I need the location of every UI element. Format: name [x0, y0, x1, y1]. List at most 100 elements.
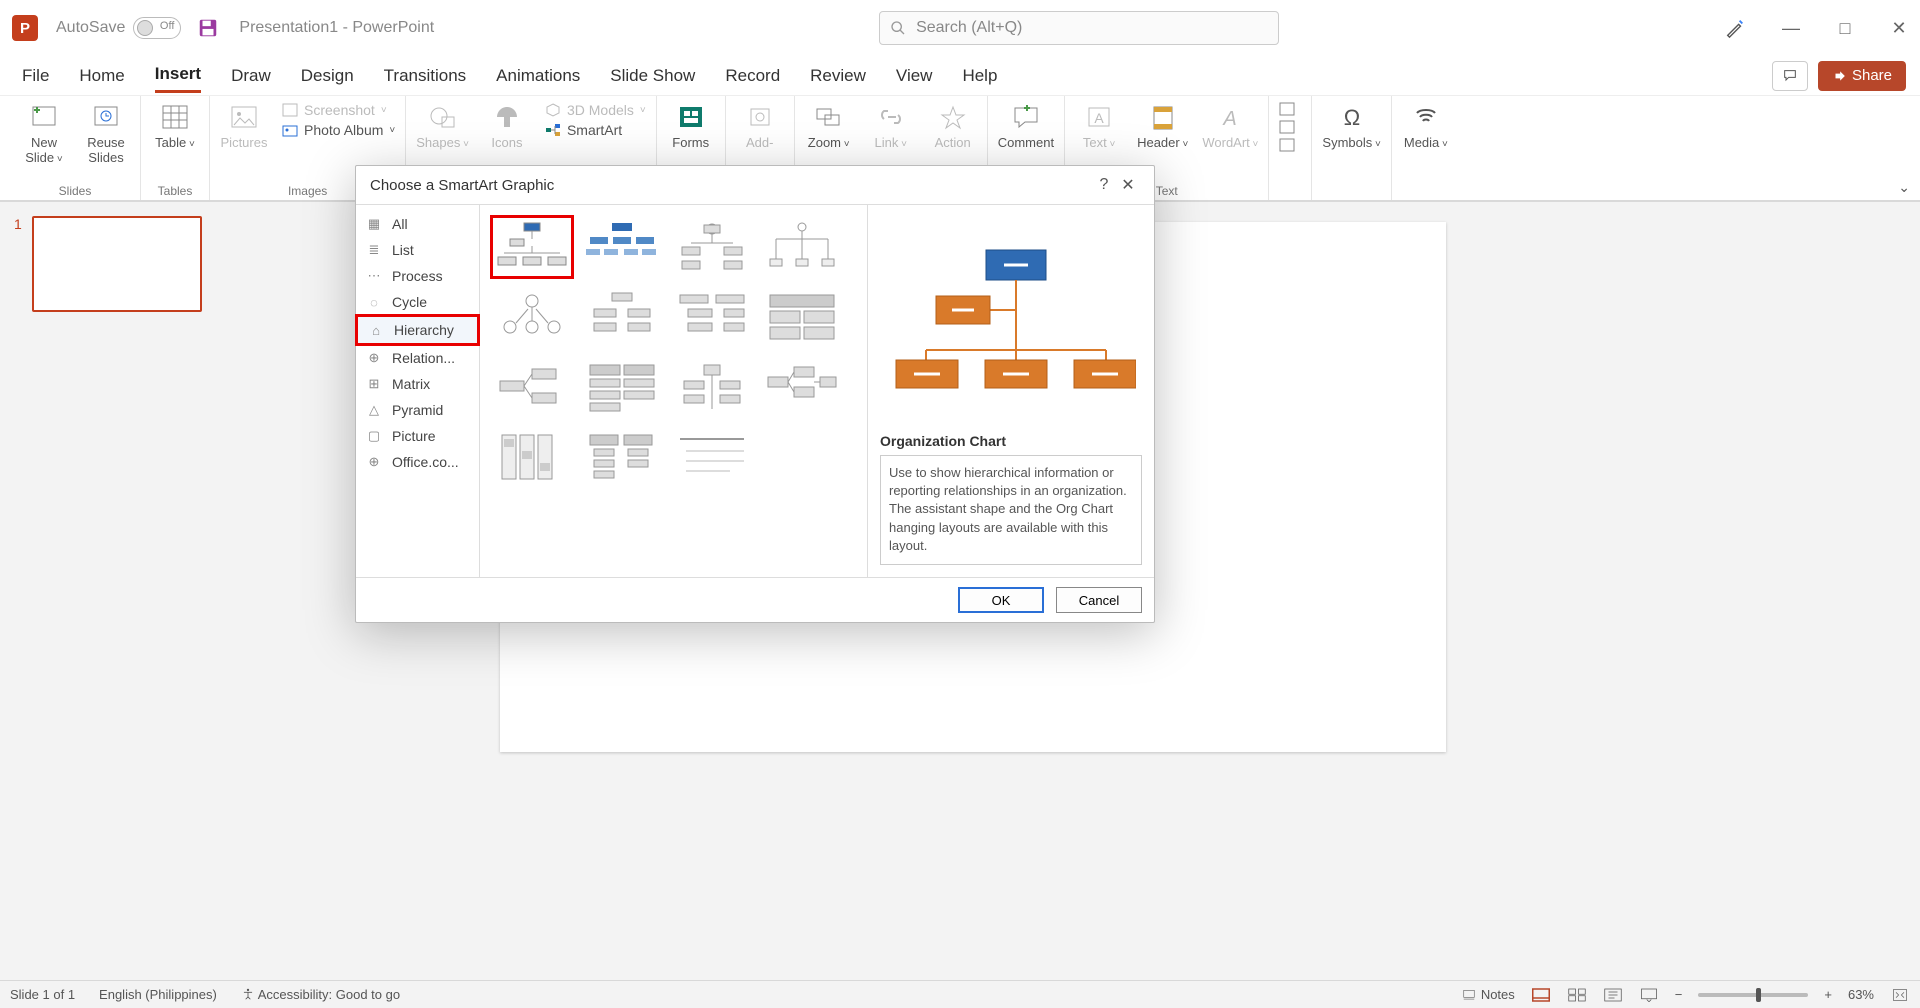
sorter-view-button[interactable]: [1567, 987, 1587, 1003]
layout-option-6[interactable]: [670, 285, 754, 349]
zoom-level[interactable]: 63%: [1848, 987, 1874, 1002]
layout-option-9[interactable]: [580, 355, 664, 419]
svg-text:Ω: Ω: [1343, 105, 1359, 130]
search-box[interactable]: Search (Alt+Q): [879, 11, 1279, 45]
layout-option-3[interactable]: [760, 215, 844, 279]
slide-info[interactable]: Slide 1 of 1: [10, 987, 75, 1002]
accessibility-icon: [241, 987, 255, 1001]
cancel-button[interactable]: Cancel: [1056, 587, 1142, 613]
notes-button[interactable]: Notes: [1461, 987, 1515, 1002]
tab-animations[interactable]: Animations: [496, 60, 580, 92]
category-list[interactable]: ≣List: [356, 237, 479, 263]
tab-insert[interactable]: Insert: [155, 58, 201, 93]
preview-pane: Organization Chart Use to show hierarchi…: [868, 205, 1154, 577]
category-process[interactable]: ⋯Process: [356, 263, 479, 289]
dialog-header[interactable]: Choose a SmartArt Graphic ? ✕: [356, 166, 1154, 204]
ok-button[interactable]: OK: [958, 587, 1044, 613]
ribbon-button-wordart: AWordArt ˅: [1202, 102, 1258, 151]
share-button[interactable]: Share: [1818, 61, 1906, 91]
svg-text:A: A: [1094, 110, 1104, 126]
zoom-slider[interactable]: [1698, 993, 1808, 997]
ribbon-button-zoom[interactable]: Zoom ˅: [805, 102, 853, 151]
layout-option-4[interactable]: [490, 285, 574, 349]
category-all[interactable]: ▦All: [356, 211, 479, 237]
close-button[interactable]: ✕: [1890, 18, 1908, 39]
ribbon-button-smartart[interactable]: SmartArt: [545, 122, 646, 138]
minimize-button[interactable]: —: [1782, 18, 1800, 39]
category-pyramid[interactable]: △Pyramid: [356, 397, 479, 423]
ribbon-button-table[interactable]: Table ˅: [151, 102, 199, 151]
tab-home[interactable]: Home: [79, 60, 124, 92]
ribbon-tabs: File Home Insert Draw Design Transitions…: [0, 56, 1920, 96]
slideshow-view-button[interactable]: [1639, 987, 1659, 1003]
share-icon: [1832, 69, 1846, 83]
ribbon-button-media[interactable]: Media ˅: [1402, 102, 1450, 151]
ribbon-button-3d-models: 3D Models ˅: [545, 102, 646, 118]
maximize-button[interactable]: □: [1836, 18, 1854, 39]
layout-option-1[interactable]: [580, 215, 664, 279]
tab-transitions[interactable]: Transitions: [384, 60, 467, 92]
layout-option-10[interactable]: [670, 355, 754, 419]
category-cycle[interactable]: ◌Cycle: [356, 289, 479, 315]
layout-grid: [480, 205, 868, 577]
tab-file[interactable]: File: [22, 60, 49, 92]
fit-to-window-button[interactable]: [1890, 987, 1910, 1003]
ribbon-button-symbols[interactable]: ΩSymbols ˅: [1322, 102, 1380, 151]
normal-view-button[interactable]: [1531, 987, 1551, 1003]
tab-review[interactable]: Review: [810, 60, 866, 92]
notes-icon: [1461, 988, 1477, 1002]
ribbon-button-icon[interactable]: [1279, 120, 1301, 134]
tab-design[interactable]: Design: [301, 60, 354, 92]
comments-button[interactable]: [1772, 61, 1808, 91]
dialog-close-button[interactable]: ✕: [1116, 175, 1140, 195]
autosave-label: AutoSave: [56, 19, 125, 37]
layout-option-14[interactable]: [670, 425, 754, 489]
category-list: ▦All≣List⋯Process◌Cycle⌂Hierarchy⊕Relati…: [356, 205, 480, 577]
layout-option-12[interactable]: [490, 425, 574, 489]
tab-slide-show[interactable]: Slide Show: [610, 60, 695, 92]
ribbon-button-text: AText ˅: [1075, 102, 1123, 151]
ribbon-group-label: Slides: [59, 184, 92, 198]
tab-draw[interactable]: Draw: [231, 60, 271, 92]
ribbon-button-icon[interactable]: [1279, 102, 1301, 116]
tab-view[interactable]: View: [896, 60, 933, 92]
language-status[interactable]: English (Philippines): [99, 987, 217, 1002]
ribbon-button-icon[interactable]: [1279, 138, 1301, 152]
category-picture[interactable]: ▢Picture: [356, 423, 479, 449]
pen-icon[interactable]: [1724, 17, 1746, 39]
ribbon-button-new-slide[interactable]: New Slide ˅: [20, 102, 68, 166]
dialog-help-button[interactable]: ?: [1092, 176, 1116, 194]
tab-record[interactable]: Record: [725, 60, 780, 92]
category-relation[interactable]: ⊕Relation...: [356, 345, 479, 371]
layout-option-8[interactable]: [490, 355, 574, 419]
category-matrix[interactable]: ⊞Matrix: [356, 371, 479, 397]
category-hierarchy[interactable]: ⌂Hierarchy: [356, 315, 479, 345]
ribbon-button-photo-album[interactable]: Photo Album ˅: [282, 122, 395, 138]
tab-help[interactable]: Help: [962, 60, 997, 92]
save-icon[interactable]: [197, 17, 219, 39]
zoom-in-button[interactable]: +: [1824, 987, 1832, 1002]
accessibility-status[interactable]: Accessibility: Good to go: [241, 987, 400, 1002]
preview-description: Use to show hierarchical information or …: [880, 455, 1142, 565]
layout-option-5[interactable]: [580, 285, 664, 349]
category-officeco[interactable]: ⊕Office.co...: [356, 449, 479, 475]
thumbnail-number: 1: [14, 216, 22, 312]
layout-option-2[interactable]: [670, 215, 754, 279]
layout-option-7[interactable]: [760, 285, 844, 349]
layout-option-0[interactable]: [490, 215, 574, 279]
layout-option-13[interactable]: [580, 425, 664, 489]
ribbon-group: Table ˅Tables: [141, 96, 210, 200]
reading-view-button[interactable]: [1603, 987, 1623, 1003]
ribbon-button-forms[interactable]: Forms: [667, 102, 715, 151]
ribbon-button-icons: Icons: [483, 102, 531, 151]
ribbon-button-link: Link ˅: [867, 102, 915, 151]
layout-option-11[interactable]: [760, 355, 844, 419]
ribbon-button-reuse-slides[interactable]: Reuse Slides: [82, 102, 130, 166]
ribbon-collapse-icon[interactable]: ⌄: [1898, 179, 1910, 196]
zoom-out-button[interactable]: −: [1675, 987, 1683, 1002]
ribbon-button-comment[interactable]: Comment: [998, 102, 1054, 151]
ribbon-button-header[interactable]: Header ˅: [1137, 102, 1188, 151]
autosave-toggle[interactable]: Off: [133, 17, 181, 39]
slide-thumbnail[interactable]: [32, 216, 202, 312]
search-placeholder: Search (Alt+Q): [916, 19, 1022, 37]
